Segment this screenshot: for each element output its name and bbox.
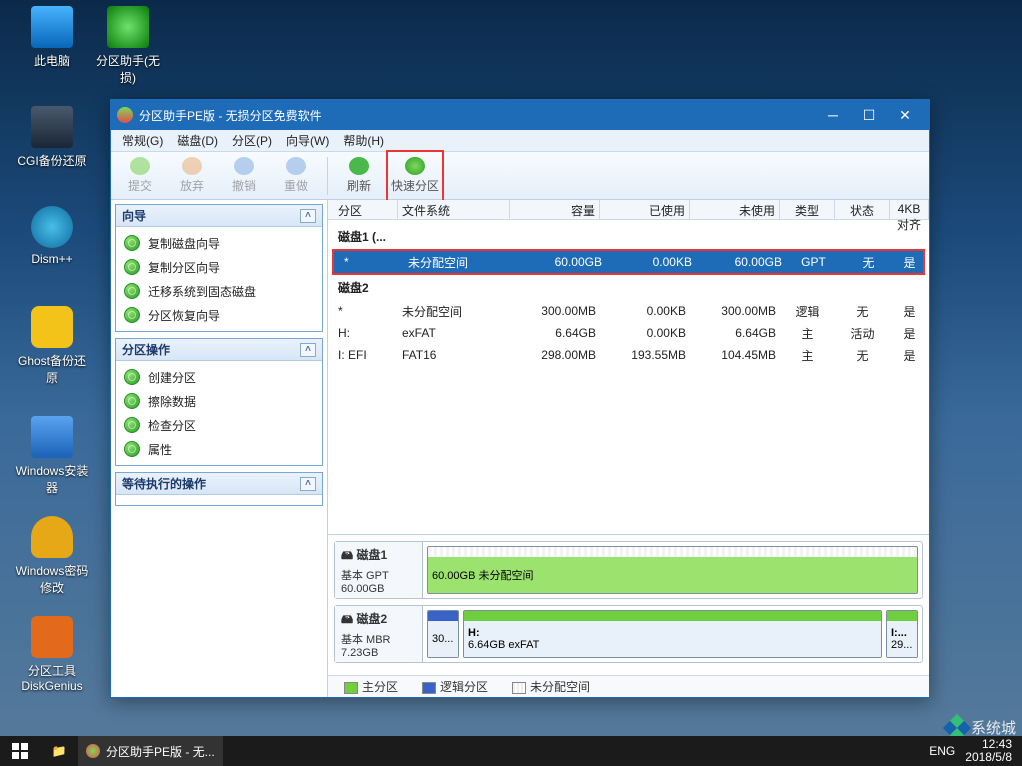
col-used[interactable]: 已使用 — [600, 200, 690, 219]
maximize-button[interactable]: ☐ — [851, 104, 887, 126]
op-properties[interactable]: 属性 — [116, 437, 322, 461]
app-icon — [117, 107, 133, 123]
table-row[interactable]: *未分配空间60.00GB0.00KB60.00GBGPT无是 — [334, 251, 923, 273]
group-disk1[interactable]: 磁盘1 (... — [328, 224, 929, 249]
menubar: 常规(G) 磁盘(D) 分区(P) 向导(W) 帮助(H) — [111, 130, 929, 152]
menu-help[interactable]: 帮助(H) — [338, 130, 389, 151]
panel-pending: 等待执行的操作˄ — [115, 472, 323, 506]
panel-wizard: 向导˄ 复制磁盘向导 复制分区向导 迁移系统到固态磁盘 分区恢复向导 — [115, 204, 323, 332]
menu-general[interactable]: 常规(G) — [117, 130, 168, 151]
table-row[interactable]: H:exFAT6.64GB0.00KB6.64GB主活动是 — [328, 322, 929, 344]
desktop-icon-this-pc[interactable]: 此电脑 — [14, 6, 90, 69]
app-window: 分区助手PE版 - 无损分区免费软件 ─ ☐ ✕ 常规(G) 磁盘(D) 分区(… — [110, 99, 930, 698]
menu-partition[interactable]: 分区(P) — [227, 130, 277, 151]
col-status[interactable]: 状态 — [835, 200, 890, 219]
window-title: 分区助手PE版 - 无损分区免费软件 — [139, 107, 322, 124]
collapse-icon[interactable]: ˄ — [300, 343, 316, 357]
col-partition[interactable]: 分区 — [328, 200, 398, 219]
wizard-recover-partition[interactable]: 分区恢复向导 — [116, 303, 322, 327]
highlight-selected-row: *未分配空间60.00GB0.00KB60.00GBGPT无是 — [332, 249, 925, 275]
tray-ime[interactable]: ENG — [929, 744, 955, 758]
toolbar-redo[interactable]: 重做 — [271, 154, 321, 198]
toolbar-quick-partition[interactable]: 快速分区 — [390, 154, 440, 198]
table-row[interactable]: *未分配空间300.00MB0.00KB300.00MB逻辑无是 — [328, 300, 929, 322]
col-free[interactable]: 未使用 — [690, 200, 780, 219]
legend: 主分区 逻辑分区 未分配空间 — [328, 675, 929, 697]
menu-wizard[interactable]: 向导(W) — [281, 130, 334, 151]
wizard-migrate-ssd[interactable]: 迁移系统到固态磁盘 — [116, 279, 322, 303]
desktop-icon-partition-assistant[interactable]: 分区助手(无损) — [90, 6, 166, 86]
collapse-icon[interactable]: ˄ — [300, 477, 316, 491]
watermark: 系统城 — [947, 717, 1016, 738]
main-pane: 分区 文件系统 容量 已使用 未使用 类型 状态 4KB对齐 磁盘1 (... … — [328, 200, 929, 697]
op-check-partition[interactable]: 检查分区 — [116, 413, 322, 437]
map-bar-primary-h[interactable]: H:6.64GB exFAT — [463, 610, 882, 658]
wizard-copy-partition[interactable]: 复制分区向导 — [116, 255, 322, 279]
col-4kb[interactable]: 4KB对齐 — [890, 200, 929, 219]
toolbar: 提交 放弃 撤销 重做 刷新 快速分区 — [111, 152, 929, 200]
start-button[interactable] — [0, 736, 40, 766]
map-bar-logical[interactable]: 30... — [427, 610, 459, 658]
collapse-icon[interactable]: ˄ — [300, 209, 316, 223]
toolbar-undo[interactable]: 撤销 — [219, 154, 269, 198]
desktop-icon-dism[interactable]: Dism++ — [14, 206, 90, 266]
toolbar-commit[interactable]: 提交 — [115, 154, 165, 198]
taskbar-explorer-icon[interactable]: 📁 — [42, 736, 76, 766]
close-button[interactable]: ✕ — [887, 104, 923, 126]
disk-map-2[interactable]: 🖴 磁盘2基本 MBR7.23GB 30... H:6.64GB exFAT I… — [334, 605, 923, 663]
partition-list: 磁盘1 (... *未分配空间60.00GB0.00KB60.00GBGPT无是… — [328, 220, 929, 534]
map-bar-unallocated[interactable]: 60.00GB 未分配空间 — [427, 546, 918, 594]
desktop-icon-win-installer[interactable]: Windows安装器 — [14, 416, 90, 496]
app-icon — [86, 744, 100, 758]
column-headers: 分区 文件系统 容量 已使用 未使用 类型 状态 4KB对齐 — [328, 200, 929, 220]
map-bar-primary-i[interactable]: I:...29... — [886, 610, 918, 658]
taskbar-app[interactable]: 分区助手PE版 - 无... — [78, 736, 223, 766]
op-wipe-data[interactable]: 擦除数据 — [116, 389, 322, 413]
wizard-copy-disk[interactable]: 复制磁盘向导 — [116, 231, 322, 255]
col-type[interactable]: 类型 — [780, 200, 835, 219]
table-row[interactable]: I: EFIFAT16298.00MB193.55MB104.45MB主无是 — [328, 344, 929, 366]
menu-disk[interactable]: 磁盘(D) — [172, 130, 223, 151]
op-create-partition[interactable]: 创建分区 — [116, 365, 322, 389]
toolbar-discard[interactable]: 放弃 — [167, 154, 217, 198]
tray-date[interactable]: 2018/5/8 — [965, 751, 1012, 764]
panel-partition-ops: 分区操作˄ 创建分区 擦除数据 检查分区 属性 — [115, 338, 323, 466]
group-disk2[interactable]: 磁盘2 — [328, 275, 929, 300]
side-pane: 向导˄ 复制磁盘向导 复制分区向导 迁移系统到固态磁盘 分区恢复向导 分区操作˄… — [111, 200, 328, 697]
disk-map-1[interactable]: 🖴 磁盘1基本 GPT60.00GB 60.00GB 未分配空间 — [334, 541, 923, 599]
taskbar: 📁 分区助手PE版 - 无... ENG 12:43 2018/5/8 — [0, 736, 1022, 766]
desktop-icon-diskgenius[interactable]: 分区工具DiskGenius — [14, 616, 90, 693]
desktop-icon-win-password[interactable]: Windows密码修改 — [14, 516, 90, 596]
desktop-icon-cgi[interactable]: CGI备份还原 — [14, 106, 90, 169]
desktop-icon-ghost[interactable]: Ghost备份还原 — [14, 306, 90, 386]
disk-maps: 🖴 磁盘1基本 GPT60.00GB 60.00GB 未分配空间 🖴 磁盘2基本… — [328, 534, 929, 675]
system-tray: ENG 12:43 2018/5/8 — [919, 738, 1022, 764]
minimize-button[interactable]: ─ — [815, 104, 851, 126]
highlight-quick-partition: 快速分区 — [386, 150, 444, 202]
col-filesystem[interactable]: 文件系统 — [398, 200, 510, 219]
toolbar-refresh[interactable]: 刷新 — [334, 154, 384, 198]
col-capacity[interactable]: 容量 — [510, 200, 600, 219]
titlebar[interactable]: 分区助手PE版 - 无损分区免费软件 ─ ☐ ✕ — [111, 100, 929, 130]
